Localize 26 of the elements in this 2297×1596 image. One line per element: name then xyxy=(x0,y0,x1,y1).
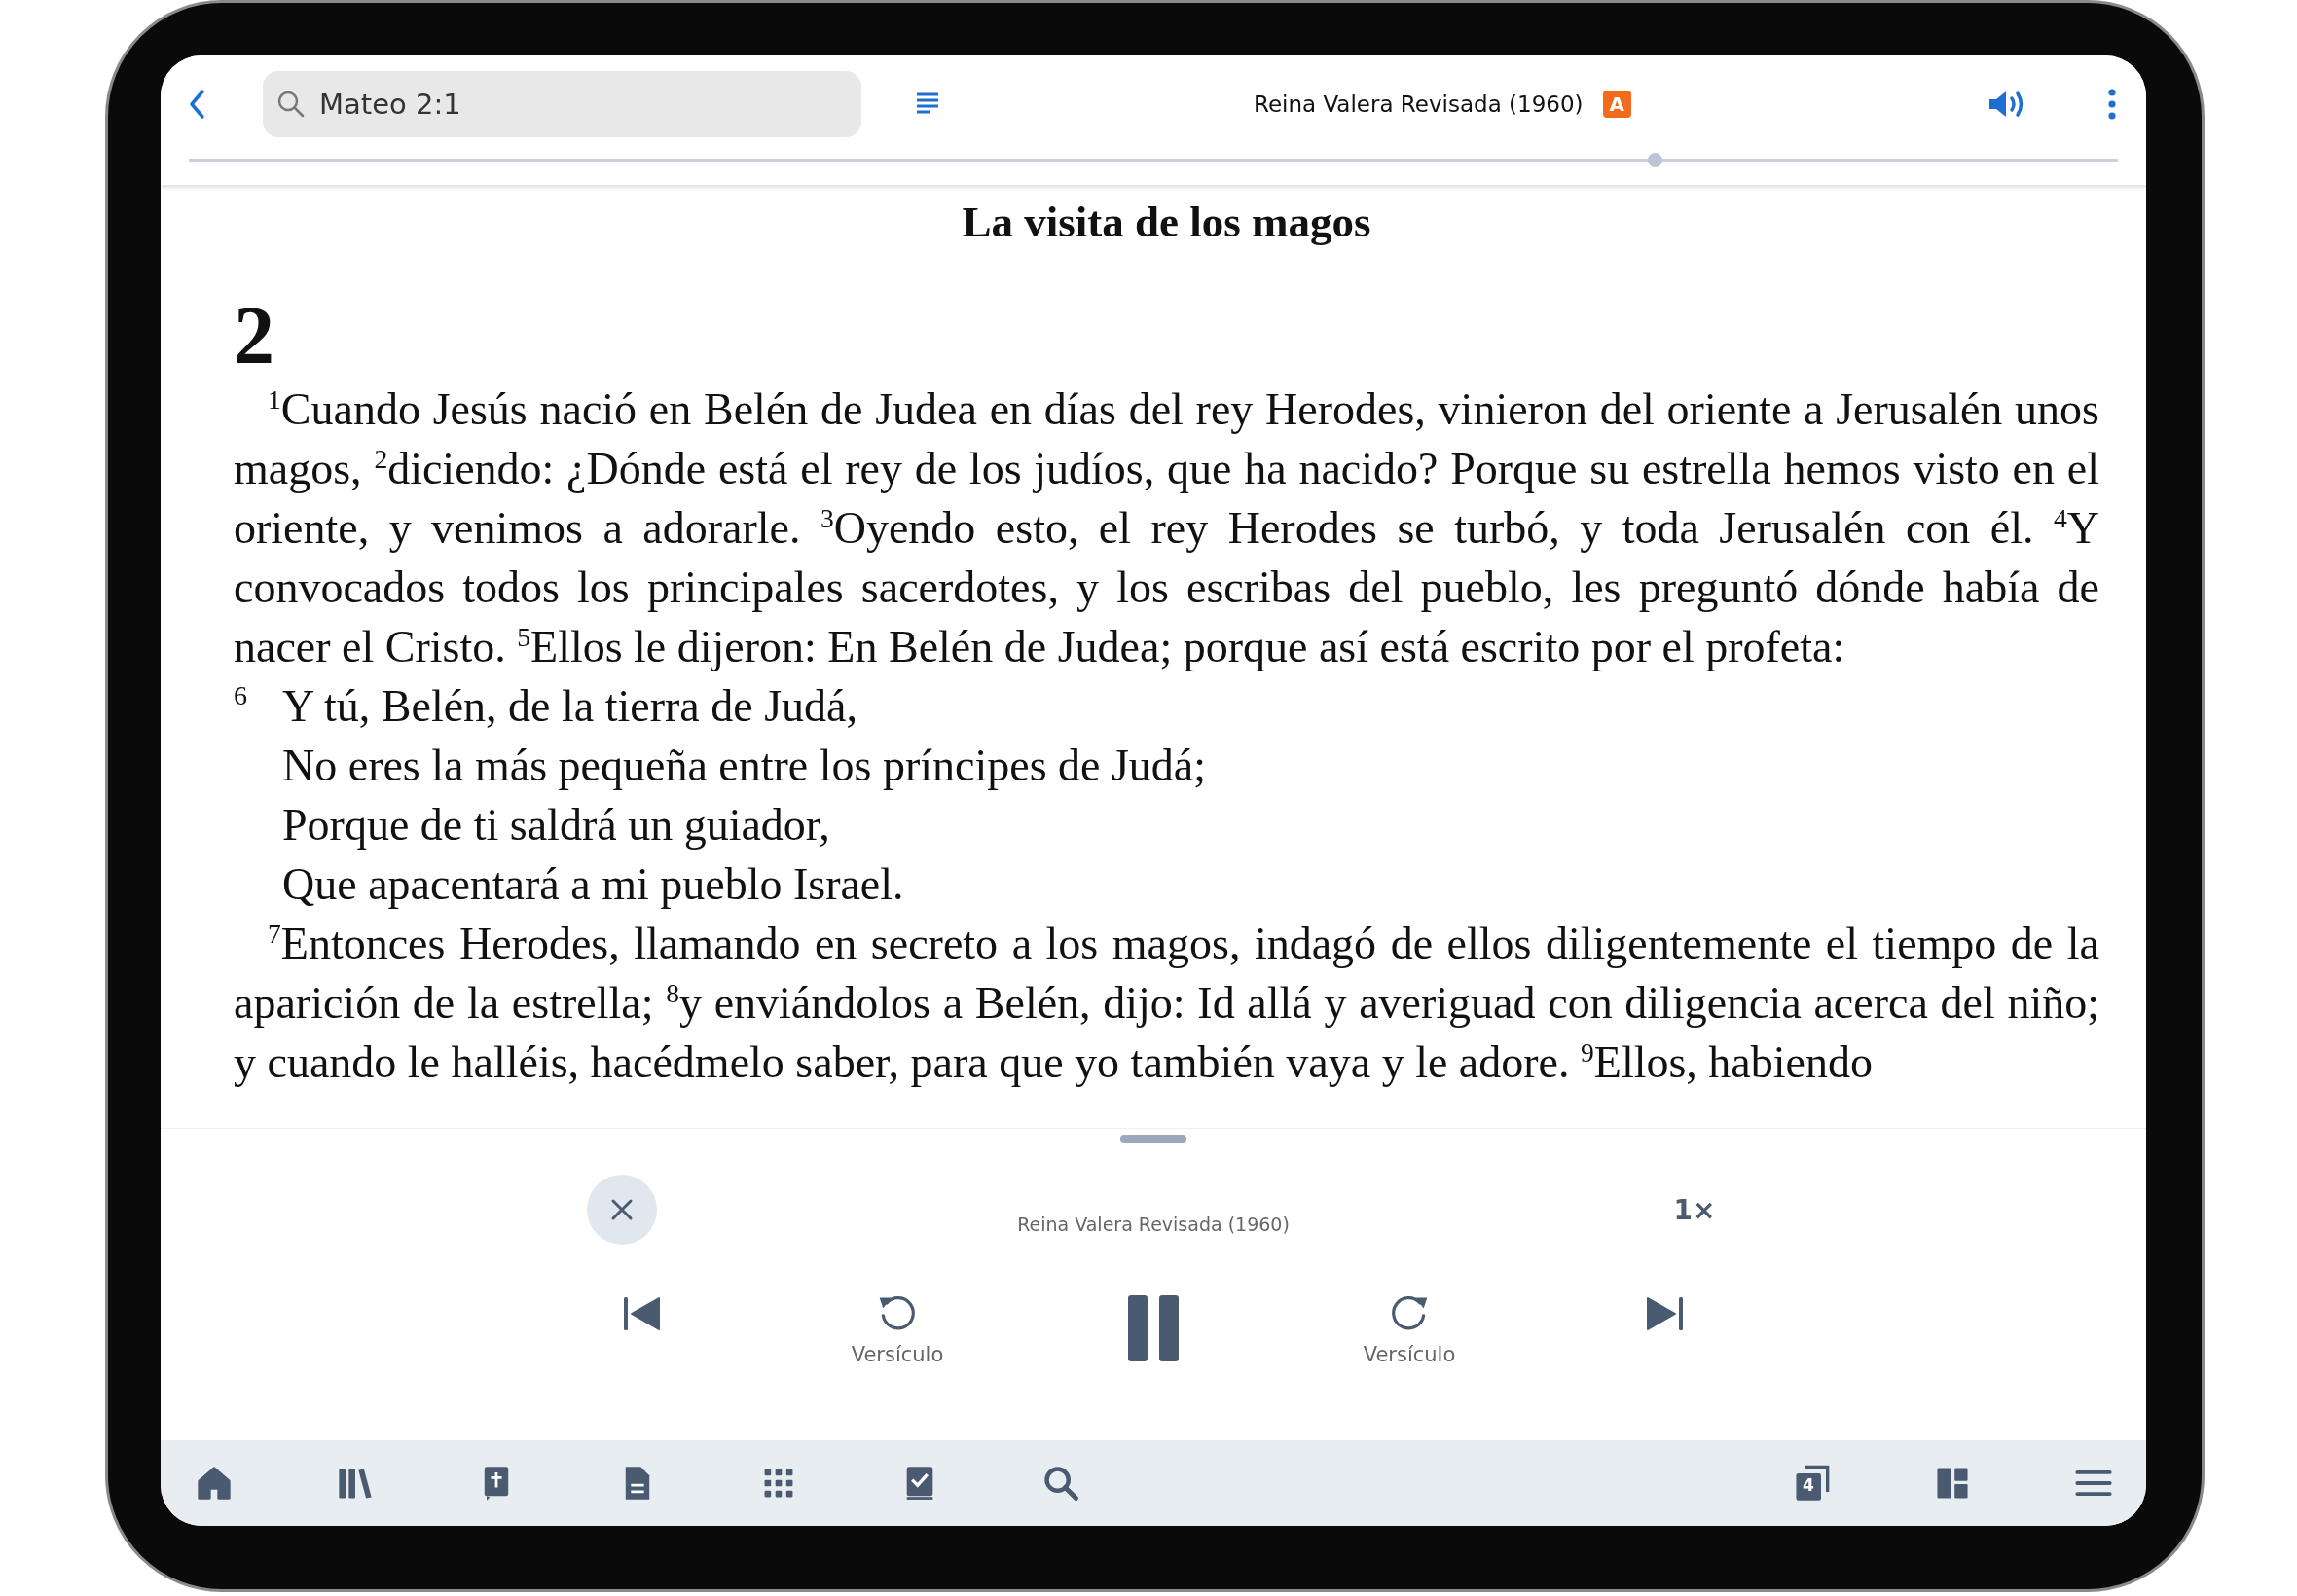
home-icon[interactable] xyxy=(195,1464,234,1503)
more-icon[interactable] xyxy=(2107,88,2117,121)
verse-paragraph: $^{1}$Cuando Jesús nació en Belén de Judea en días del rey Herodes, vinieron del oriente a Jerusalén unos magos, $^{2}$diciendo: ¿Dónde está el rey de los judíos, que ha nacido? Porque su estrella hemos visto en el oriente, y venimos a adorarle. $^{3}$Oyendo esto, el rey Herodes se turbó, y toda Jerusalén con él. $^{4}$Y convocados todos los principales sacerdotes, y los escribas del pueblo, les preguntó dónde había de nacer el Cristo. $^{5}$Ellos le dijeron: En Belén de Judea; porque así está escrito por el profeta: xyxy=(234,382,2099,673)
poetry-line: Y tú, Belén, de la tierra de Judá, xyxy=(282,680,857,733)
verse-paragraph: $^{7}$Entonces Herodes, llamando en secreto a los magos, indagó de ellos diligentemente el tiempo de la aparición de la estrella; $^{8}$y enviándolos a Belén, dijo: Id allá y averiguad con diligencia acerca del niño; y cuando le halléis, hacédmelo saber, para que yo también vaya y le adore. $^{9}$Ellos, habiendo xyxy=(234,917,2099,1089)
back-icon[interactable] xyxy=(188,89,207,120)
search-icon[interactable] xyxy=(1041,1464,1080,1503)
rewind-label: Versículo xyxy=(851,1343,944,1366)
chapter-number: 2 xyxy=(234,292,275,380)
search-icon xyxy=(276,90,306,119)
poetry-line: Porque de ti saldrá un guiador, xyxy=(282,799,830,852)
version-badge: A xyxy=(1602,91,1631,118)
section-heading: La visita de los magos xyxy=(961,197,1372,248)
close-icon xyxy=(610,1198,634,1221)
speed-button[interactable]: 1× xyxy=(1669,1189,1720,1230)
poetry-line: No eres la más pequeña entre los príncipes de Judá; xyxy=(282,740,1207,792)
search-field[interactable]: Mateo 2:1 xyxy=(263,71,861,137)
player-version: Reina Valera Revisada (1960) xyxy=(1017,1214,1290,1235)
forward-label: Versículo xyxy=(1363,1343,1456,1366)
copies-count: 4 xyxy=(1802,1475,1815,1495)
poetry-line: Que apacentará a mi pueblo Israel. xyxy=(282,858,904,911)
bible-version[interactable]: Reina Valera Revisada (1960) xyxy=(1253,91,1584,117)
text-align-icon[interactable] xyxy=(915,91,940,117)
pause-icon[interactable] xyxy=(1126,1292,1181,1364)
verse-number: 6 xyxy=(234,679,248,712)
drag-handle[interactable] xyxy=(1120,1135,1186,1143)
